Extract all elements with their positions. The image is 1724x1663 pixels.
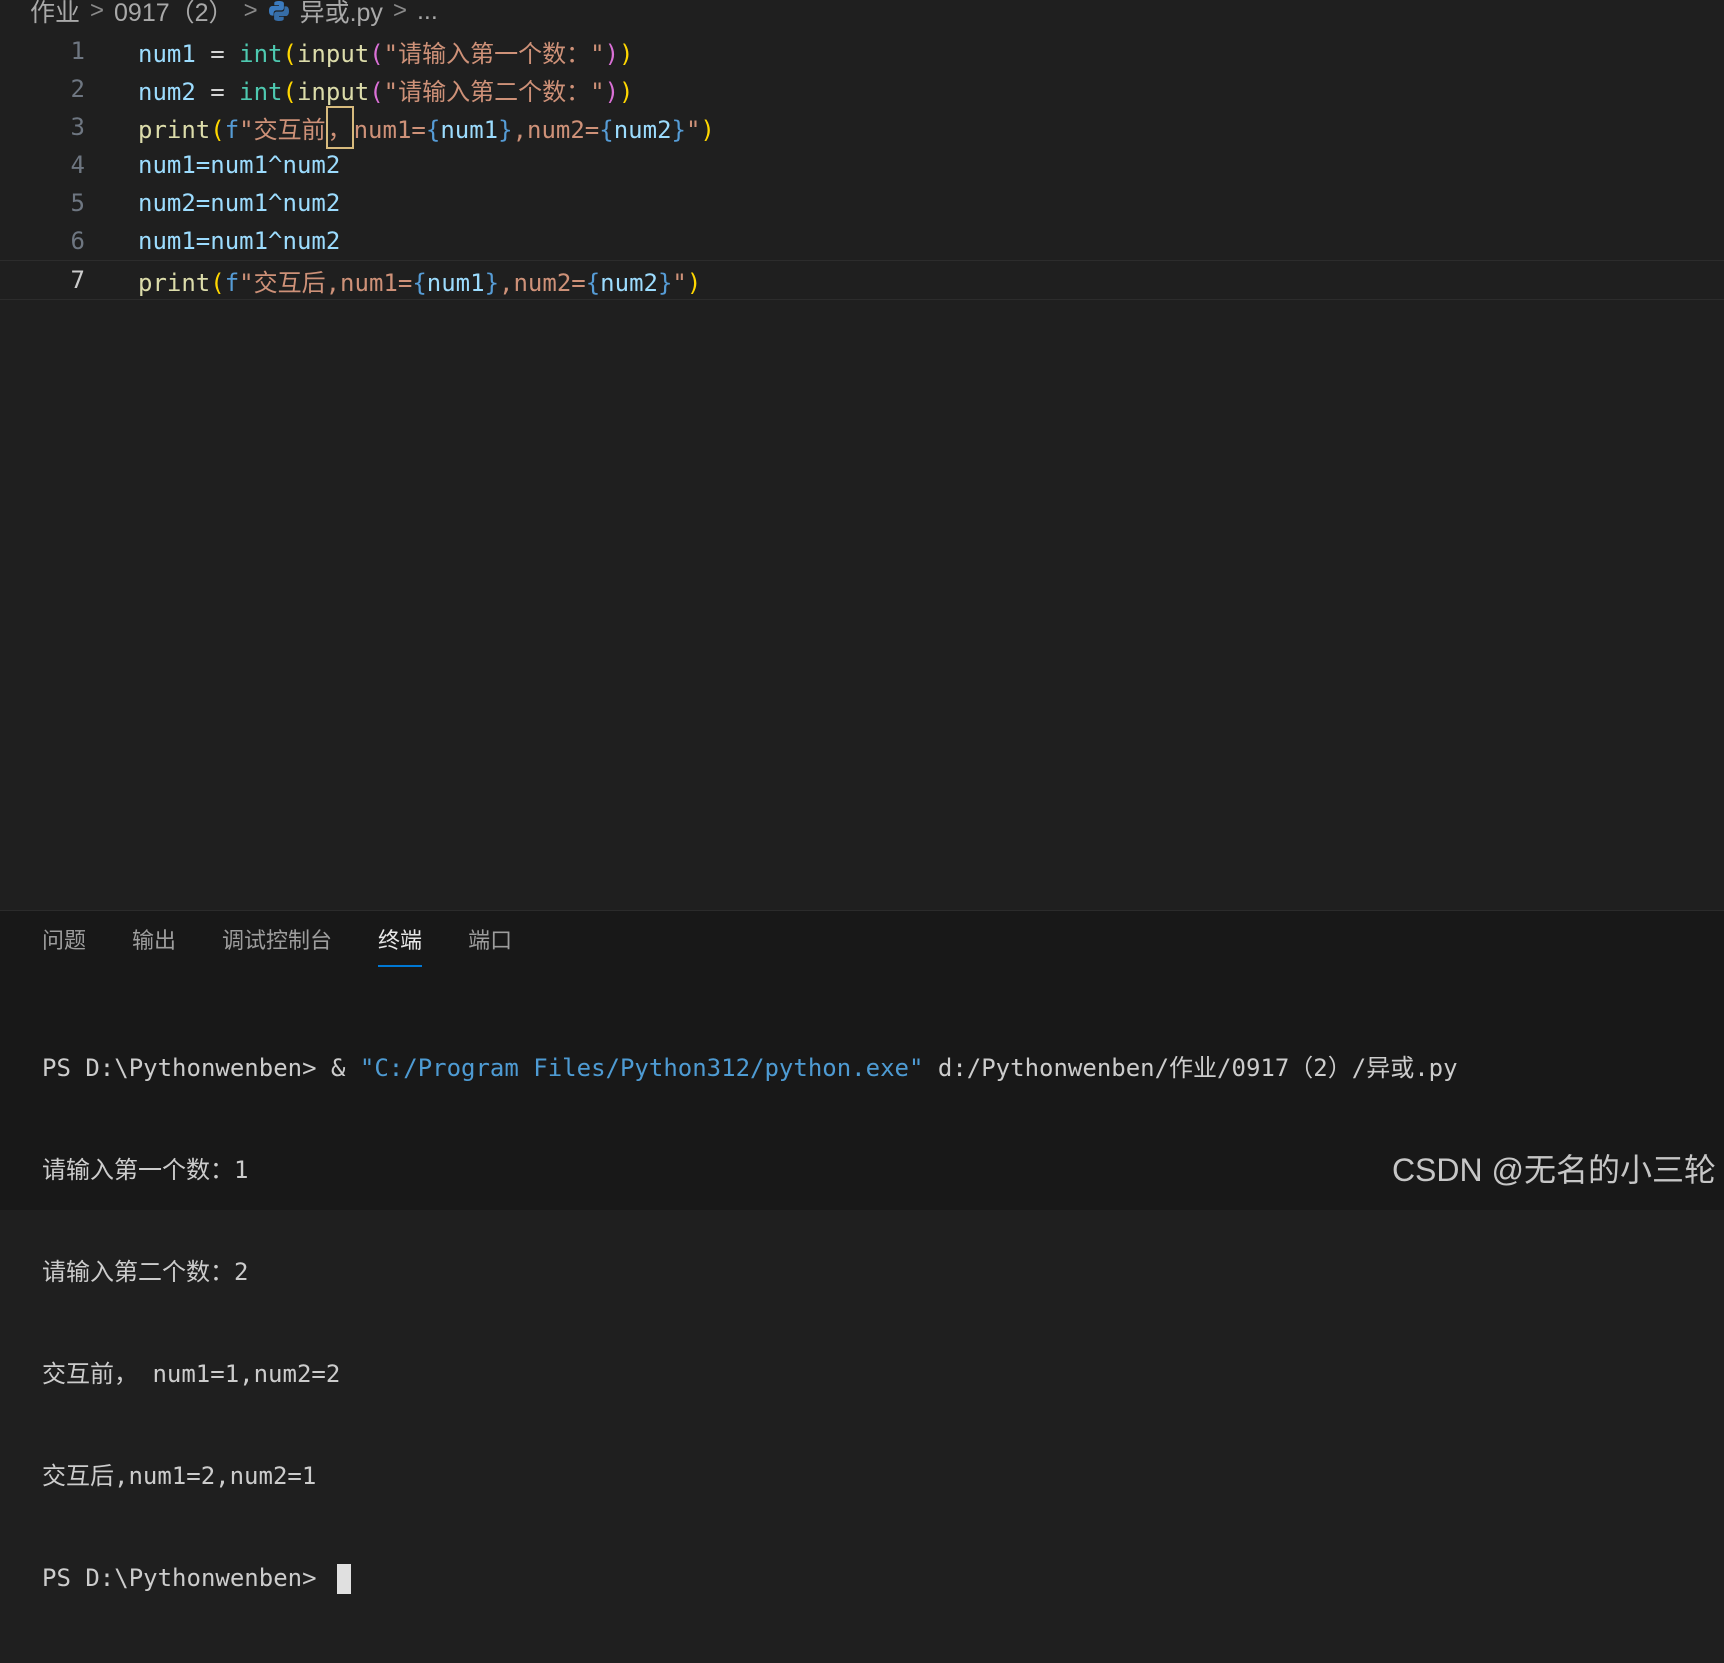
terminal-line: 请输入第一个数：1	[42, 1156, 249, 1184]
code-editor[interactable]: 1 num1 = int(input("请输入第一个数：")) 2 num2 =…	[0, 32, 1724, 910]
terminal-line: PS D:\Pythonwenben> & "C:/Program Files/…	[42, 1054, 1458, 1082]
line-number: 2	[70, 75, 85, 103]
tab-terminal[interactable]: 终端	[378, 923, 423, 967]
tab-ports[interactable]: 端口	[468, 923, 512, 967]
code-line-current[interactable]: 7 print(f"交互后,num1={num1},num2={num2}")	[0, 260, 1724, 300]
terminal-line: 请输入第二个数：2	[42, 1258, 249, 1286]
code-line[interactable]: 5 num2=num1^num2	[0, 184, 1724, 222]
watermark: CSDN @无名的小三轮	[1391, 1152, 1716, 1188]
line-number: 1	[70, 37, 85, 65]
code-text: print(f"交互后,num1={num1},num2={num2}")	[138, 268, 702, 297]
terminal-cursor	[336, 1564, 351, 1594]
line-number: 5	[70, 189, 85, 217]
panel-tabs: 问题 输出 调试控制台 终端 端口	[42, 923, 512, 967]
text-cursor-highlight: ，	[325, 105, 354, 149]
tab-problems[interactable]: 问题	[42, 923, 86, 967]
code-line[interactable]: 2 num2 = int(input("请输入第二个数："))	[0, 70, 1724, 108]
code-text: num2=num1^num2	[138, 189, 341, 217]
code-text: num1 = int(input("请输入第一个数："))	[138, 39, 634, 68]
breadcrumb: 作业 > 0917（2） > 异或.py > ...	[30, 0, 438, 28]
line-number: 7	[70, 266, 85, 294]
code-text: print(f"交互前，num1={num1},num2={num2}")	[138, 105, 715, 149]
tab-debug-console[interactable]: 调试控制台	[222, 923, 332, 967]
breadcrumb-file[interactable]: 异或.py	[300, 0, 383, 29]
breadcrumb-folder[interactable]: 作业	[30, 0, 80, 29]
chevron-right-icon: >	[243, 0, 258, 24]
code-text: num1=num1^num2	[138, 227, 341, 255]
code-text: num2 = int(input("请输入第二个数："))	[138, 77, 634, 106]
tab-output[interactable]: 输出	[132, 923, 176, 967]
line-number: 3	[70, 113, 85, 141]
chevron-right-icon: >	[90, 0, 105, 24]
code-line[interactable]: 1 num1 = int(input("请输入第一个数："))	[0, 32, 1724, 70]
code-line[interactable]: 4 num1=num1^num2	[0, 146, 1724, 184]
code-line[interactable]: 6 num1=num1^num2	[0, 222, 1724, 260]
breadcrumb-symbols[interactable]: ...	[417, 0, 438, 26]
terminal[interactable]: PS D:\Pythonwenben> & "C:/Program Files/…	[42, 983, 1458, 1663]
chevron-right-icon: >	[392, 0, 407, 24]
terminal-prompt-line[interactable]: PS D:\Pythonwenben>	[42, 1561, 1458, 1595]
line-number: 4	[70, 151, 85, 179]
code-text: num1=num1^num2	[138, 151, 341, 179]
line-number: 6	[70, 227, 85, 255]
code-line[interactable]: 3 print(f"交互前，num1={num1},num2={num2}")	[0, 105, 1724, 149]
terminal-line: 交互前， num1=1,num2=2	[42, 1360, 341, 1388]
breadcrumb-subfolder[interactable]: 0917（2）	[114, 0, 234, 29]
python-file-icon	[268, 1, 289, 21]
terminal-line: 交互后,num1=2,num2=1	[42, 1462, 317, 1490]
